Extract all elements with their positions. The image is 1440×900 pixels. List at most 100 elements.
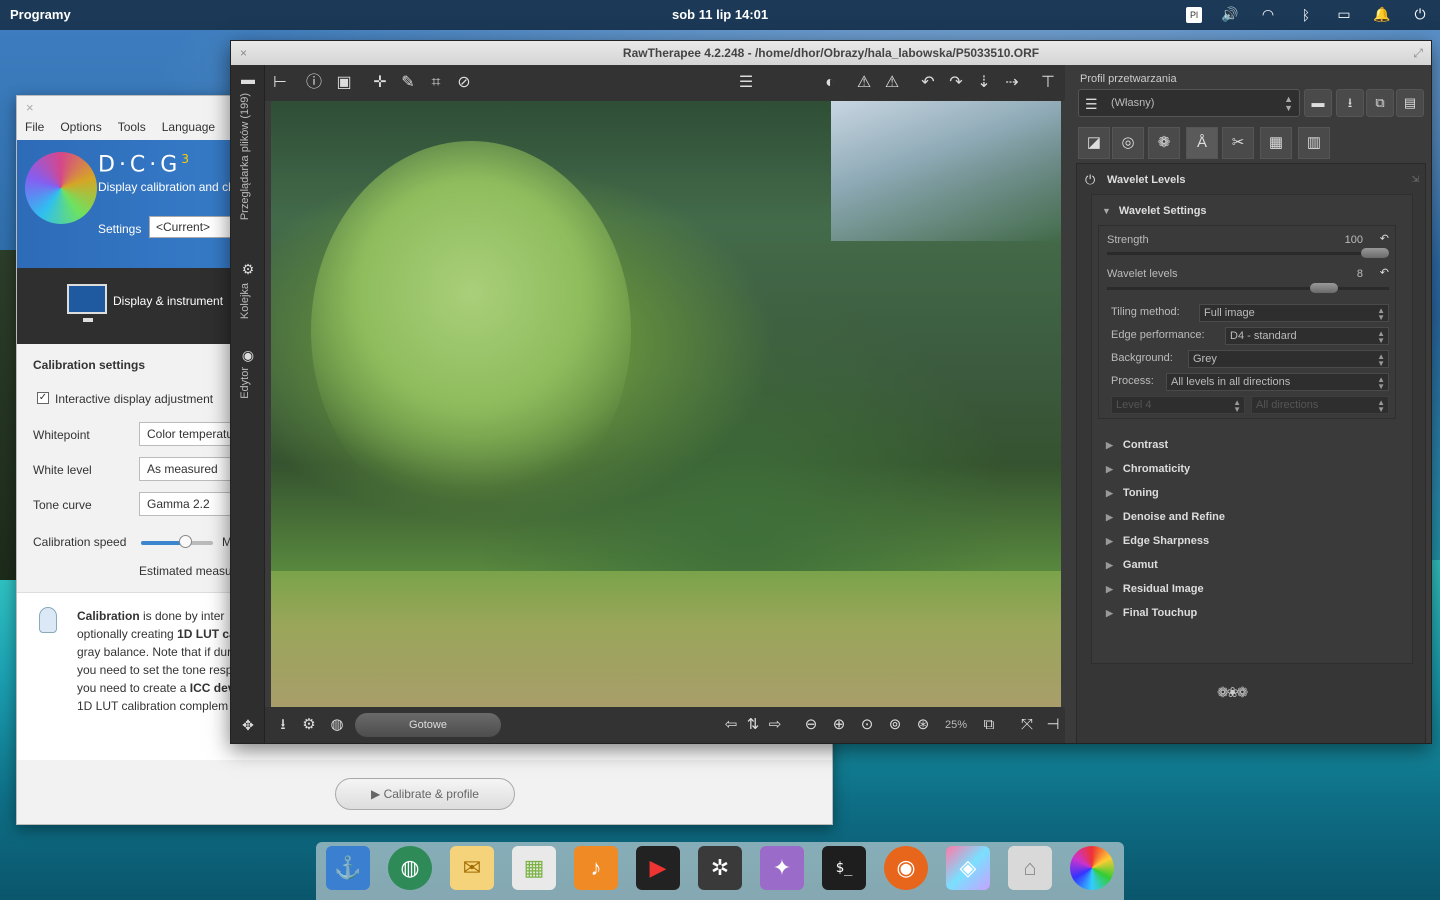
power-icon[interactable]: ⏻ (1085, 172, 1095, 188)
image-preview[interactable] (271, 101, 1061, 707)
zoom-in-icon[interactable]: ⊕ (829, 715, 849, 735)
applications-menu[interactable]: Programy (10, 7, 71, 22)
rotate-left-icon[interactable]: ↶ (917, 72, 939, 94)
tab-queue[interactable]: Kolejka (239, 283, 251, 319)
close-icon[interactable]: × (240, 41, 247, 65)
monitor-icon[interactable] (67, 284, 107, 322)
whitepoint-select[interactable]: Color temperature (139, 422, 239, 446)
menu-options[interactable]: Options (60, 120, 101, 140)
section-edge-sharpness[interactable]: ▶ Edge Sharpness (1106, 535, 1209, 547)
menu-language[interactable]: Language (162, 120, 215, 140)
paste-profile-icon[interactable]: ▤ (1396, 89, 1424, 117)
wavelet-levels-slider[interactable] (1310, 283, 1339, 293)
volume-icon[interactable]: 🔊 (1220, 6, 1240, 23)
mail-icon[interactable]: ✉ (450, 846, 494, 890)
zoom-100-icon[interactable]: ⊛ (913, 715, 933, 735)
tab-display-instrument[interactable]: Display & instrument (113, 294, 223, 308)
raw-tab-icon[interactable]: ▦ (1260, 127, 1292, 159)
flip-horizontal-icon[interactable]: ⇢ (1001, 72, 1023, 94)
preview-channels-icon[interactable]: ☰ (735, 72, 757, 94)
tool-title[interactable]: Wavelet Levels (1107, 174, 1185, 186)
calibrate-profile-button[interactable]: ▶ Calibrate & profile (335, 778, 515, 810)
dcg-icon[interactable]: ◈ (946, 846, 990, 890)
info-icon[interactable]: ⓘ (303, 72, 325, 94)
wifi-icon[interactable]: ◠ (1258, 6, 1278, 23)
hand-tool-icon[interactable]: ✛ (369, 72, 391, 94)
copy-profile-icon[interactable]: ⧉ (1366, 89, 1394, 117)
shadow-clip-warning-icon[interactable]: ⚠ (853, 72, 875, 94)
video-icon[interactable]: ▶ (636, 846, 680, 890)
globe-icon[interactable]: ◍ (388, 846, 432, 890)
interactive-adjustment-checkbox[interactable]: ✓ (37, 392, 49, 404)
hide-top-panel-icon[interactable]: ⊤ (1037, 72, 1059, 94)
section-chromaticity[interactable]: ▶ Chromaticity (1106, 463, 1190, 475)
clock[interactable]: sob 11 lip 14:01 (672, 7, 768, 22)
tiling-method-select[interactable]: Full image ▲ ▼ (1199, 304, 1389, 322)
external-editor-icon[interactable]: ◍ (327, 715, 347, 735)
wavelet-settings-header[interactable]: ▼ Wavelet Settings (1102, 205, 1207, 217)
section-denoise-refine[interactable]: ▶ Denoise and Refine (1106, 511, 1225, 523)
straighten-icon[interactable]: ⊘ (453, 72, 475, 94)
wavelet-levels-track[interactable] (1107, 287, 1389, 290)
color-wheel-icon[interactable]: ◉ (239, 347, 257, 365)
color-wheel-icon[interactable] (1070, 846, 1114, 890)
picker-icon[interactable]: ✎ (397, 72, 419, 94)
strength-track[interactable] (1107, 252, 1389, 255)
crop-icon[interactable]: ⌗ (425, 72, 447, 94)
reset-icon[interactable]: ↶ (1380, 266, 1389, 279)
keyboard-layout-indicator[interactable]: Pl (1186, 6, 1202, 23)
edge-performance-select[interactable]: D4 - standard ▲ ▼ (1225, 327, 1389, 345)
reset-icon[interactable]: ↶ (1380, 232, 1389, 245)
exposure-tab-icon[interactable]: ◪ (1078, 127, 1110, 159)
white-level-select[interactable]: As measured (139, 457, 239, 481)
sync-icon[interactable]: ⇅ (743, 715, 763, 735)
bluetooth-icon[interactable]: ᛒ (1296, 7, 1316, 23)
tab-file-browser[interactable]: Przeglądarka plików (199) (239, 93, 251, 220)
zoom-crop-icon[interactable]: ⊚ (885, 715, 905, 735)
section-gamut[interactable]: ▶ Gamut (1106, 559, 1158, 571)
menu-tools[interactable]: Tools (118, 120, 146, 140)
transform-tab-icon[interactable]: ✂ (1222, 127, 1254, 159)
load-profile-icon[interactable]: ▬ (1304, 89, 1332, 117)
zoom-out-icon[interactable]: ⊖ (801, 715, 821, 735)
before-after-icon[interactable]: ▣ (333, 72, 355, 94)
previous-image-icon[interactable]: ⇦ (721, 715, 741, 735)
queue-icon[interactable]: ⚙ (299, 715, 319, 735)
flip-vertical-icon[interactable]: ⇣ (973, 72, 995, 94)
chat-icon[interactable]: ✦ (760, 846, 804, 890)
metadata-tab-icon[interactable]: ▥ (1298, 127, 1330, 159)
wavelet-tab-icon[interactable]: Å (1186, 127, 1218, 159)
profile-select[interactable]: ☰ (Własny) ▲ ▼ (1078, 89, 1300, 117)
power-icon[interactable]: ⏻ (1410, 6, 1430, 23)
music-icon[interactable]: ♪ (574, 846, 618, 890)
tab-editor[interactable]: Edytor (239, 367, 251, 399)
calendar-icon[interactable]: ▦ (512, 846, 556, 890)
focus-mask-icon[interactable]: ◐ (819, 72, 841, 94)
fullscreen-icon[interactable]: ⤧ (1017, 715, 1037, 735)
highlight-clip-warning-icon[interactable]: ⚠ (881, 72, 903, 94)
strength-value[interactable]: 100 (1345, 234, 1363, 246)
pin-icon[interactable]: ⇲ (1411, 174, 1419, 185)
rotate-right-icon[interactable]: ↷ (945, 72, 967, 94)
hide-right-panel-icon[interactable]: ⊣ (1043, 715, 1063, 735)
hide-left-panel-icon[interactable]: ⊢ (269, 72, 291, 94)
folder-icon[interactable]: ▬ (239, 71, 257, 89)
close-icon[interactable]: × (26, 100, 34, 115)
battery-icon[interactable]: ▭ (1334, 6, 1354, 23)
save-icon[interactable]: ⭳ (273, 715, 293, 735)
tone-curve-select[interactable]: Gamma 2.2 (139, 492, 239, 516)
process-select[interactable]: All levels in all directions ▲ ▼ (1166, 373, 1389, 391)
new-detail-window-icon[interactable]: ⧉ (979, 715, 999, 735)
strength-slider[interactable] (1361, 248, 1389, 258)
maximize-icon[interactable]: ⤢ (1413, 41, 1423, 65)
settings-icon[interactable]: ✲ (698, 846, 742, 890)
zoom-fit-icon[interactable]: ⊙ (857, 715, 877, 735)
terminal-icon[interactable]: $_ (822, 846, 866, 890)
firefox-icon[interactable]: ◉ (884, 846, 928, 890)
calibration-speed-slider[interactable] (179, 535, 192, 548)
section-toning[interactable]: ▶ Toning (1106, 487, 1159, 499)
move-icon[interactable]: ✥ (239, 717, 257, 735)
detail-tab-icon[interactable]: ◎ (1112, 127, 1144, 159)
notifications-icon[interactable]: 🔔 (1372, 6, 1392, 23)
gear-icon[interactable]: ⚙ (239, 261, 257, 279)
